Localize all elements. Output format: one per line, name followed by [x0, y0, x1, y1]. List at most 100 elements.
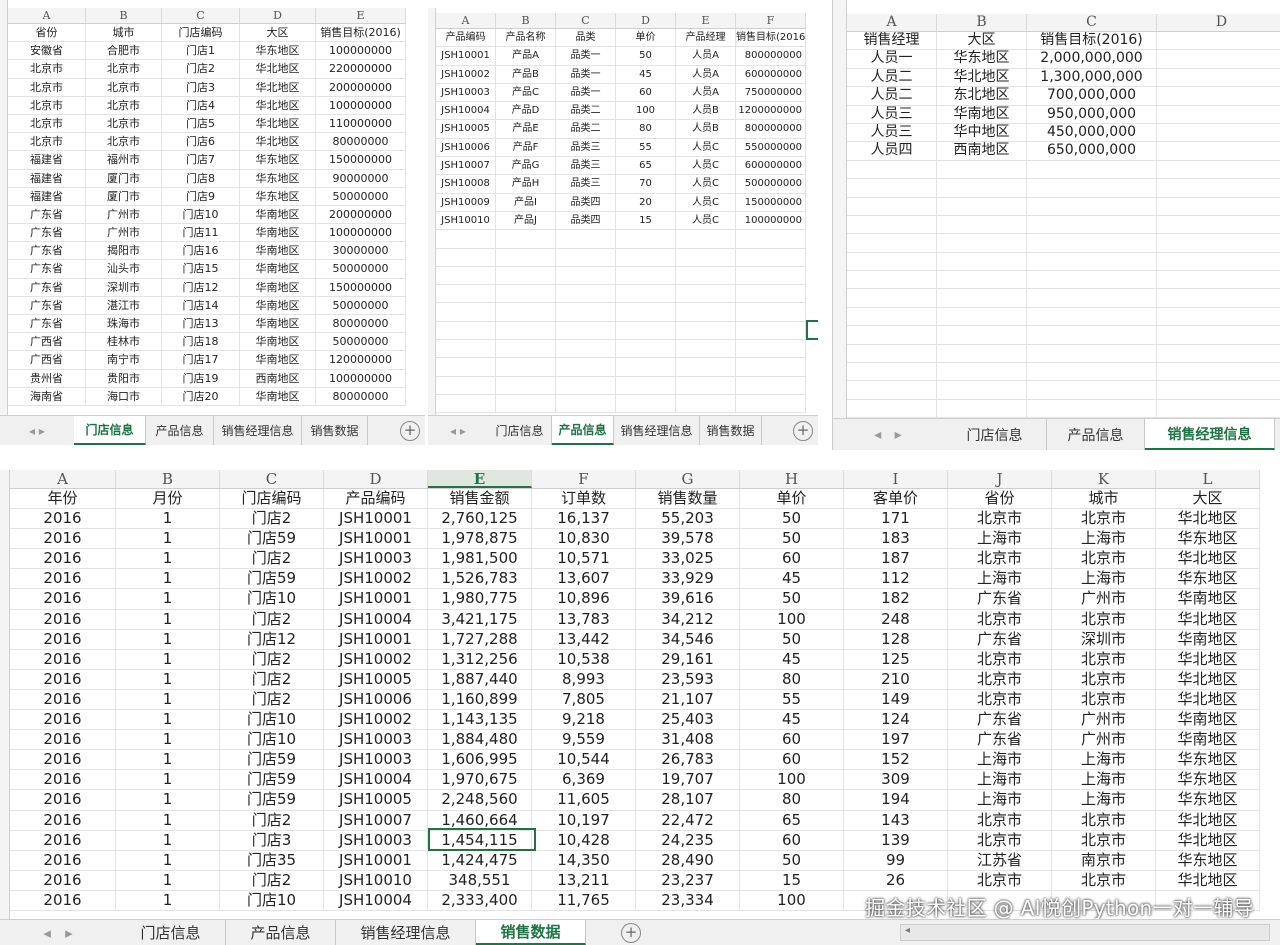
- table-cell[interactable]: 15: [740, 870, 844, 890]
- empty-cell[interactable]: [736, 321, 806, 340]
- table-cell[interactable]: 150000000: [316, 278, 406, 296]
- table-cell[interactable]: 50000000: [316, 187, 406, 205]
- table-cell[interactable]: 45: [616, 65, 676, 83]
- table-cell[interactable]: 广东省: [948, 629, 1052, 649]
- table-cell[interactable]: 华东地区: [1156, 569, 1260, 589]
- table-cell[interactable]: 14,350: [532, 850, 636, 870]
- empty-cell[interactable]: [556, 358, 616, 376]
- table-cell[interactable]: 100: [740, 890, 844, 910]
- empty-cell[interactable]: [847, 381, 937, 399]
- table-cell[interactable]: 10,571: [532, 549, 636, 569]
- empty-cell[interactable]: [676, 248, 736, 266]
- column-letter-B[interactable]: B: [86, 8, 162, 23]
- table-cell[interactable]: 1: [116, 669, 220, 689]
- table-cell[interactable]: 门店17: [162, 351, 240, 369]
- table-cell[interactable]: 福州市: [86, 151, 162, 169]
- empty-cell[interactable]: [676, 285, 736, 303]
- empty-cell[interactable]: [616, 266, 676, 285]
- column-letter-C[interactable]: C: [162, 8, 240, 23]
- column-letter-G[interactable]: G: [636, 470, 740, 488]
- column-letter-E[interactable]: E: [676, 13, 736, 28]
- table-cell[interactable]: 2016: [10, 669, 116, 689]
- empty-cell[interactable]: [1157, 271, 1280, 288]
- table-cell[interactable]: 门店59: [220, 569, 324, 589]
- table-cell[interactable]: 9,218: [532, 710, 636, 730]
- table-cell[interactable]: JSH10006: [324, 689, 428, 710]
- table-cell[interactable]: 门店10: [220, 890, 324, 910]
- table-cell[interactable]: 华北地区: [240, 114, 316, 133]
- triangle-right-icon[interactable]: ▸: [460, 424, 466, 438]
- table-cell[interactable]: 人员四: [847, 142, 937, 160]
- table-cell[interactable]: 华东地区: [240, 187, 316, 205]
- table-cell[interactable]: 1200000000: [736, 102, 806, 120]
- table-cell[interactable]: 上海市: [948, 790, 1052, 810]
- empty-cell[interactable]: [496, 303, 556, 321]
- tab-product-info[interactable]: 产品信息: [1047, 419, 1145, 450]
- table-cell[interactable]: 100000000: [316, 369, 406, 387]
- table-cell[interactable]: 北京市: [8, 133, 86, 151]
- empty-cell[interactable]: [496, 285, 556, 303]
- table-cell[interactable]: 珠海市: [86, 315, 162, 333]
- table-cell[interactable]: 北京市: [1052, 549, 1156, 569]
- table-cell[interactable]: 1: [116, 589, 220, 609]
- table-cell[interactable]: 门店2: [220, 870, 324, 890]
- tab-manager-info[interactable]: 销售经理信息: [214, 416, 302, 445]
- table-cell[interactable]: 197: [844, 730, 948, 750]
- table-cell[interactable]: 北京市: [948, 669, 1052, 689]
- table-cell[interactable]: JSH10001: [436, 47, 496, 65]
- table-cell[interactable]: 125: [844, 649, 948, 669]
- table-cell[interactable]: 华南地区: [240, 296, 316, 314]
- table-cell[interactable]: 45: [740, 710, 844, 730]
- tab-store-info[interactable]: 门店信息: [74, 416, 146, 445]
- table-cell[interactable]: 厦门市: [86, 169, 162, 187]
- table-cell[interactable]: 1: [116, 689, 220, 710]
- table-cell[interactable]: 30000000: [316, 242, 406, 260]
- table-cell[interactable]: 上海市: [948, 750, 1052, 770]
- table-cell[interactable]: 600000000: [736, 157, 806, 175]
- table-cell[interactable]: 1: [116, 830, 220, 850]
- table-cell[interactable]: 45: [740, 569, 844, 589]
- table-cell[interactable]: 海口市: [86, 387, 162, 405]
- triangle-left-icon[interactable]: ◂: [29, 424, 35, 438]
- table-cell[interactable]: 上海市: [1052, 569, 1156, 589]
- table-cell[interactable]: 门店59: [220, 790, 324, 810]
- table-cell[interactable]: 55: [740, 689, 844, 710]
- table-cell[interactable]: JSH10003: [324, 549, 428, 569]
- table-cell[interactable]: 门店11: [162, 224, 240, 242]
- table-cell[interactable]: 华南地区: [1156, 730, 1260, 750]
- empty-cell[interactable]: [937, 197, 1027, 215]
- table-cell[interactable]: 门店10: [220, 710, 324, 730]
- empty-cell[interactable]: [1027, 344, 1157, 363]
- tab-sales-data[interactable]: 销售数据: [302, 416, 368, 445]
- table-cell[interactable]: 750000000: [736, 83, 806, 102]
- table-cell[interactable]: 东北地区: [937, 87, 1027, 105]
- table-cell[interactable]: [1157, 69, 1280, 86]
- empty-cell[interactable]: [556, 248, 616, 266]
- table-cell[interactable]: 合肥市: [86, 42, 162, 60]
- table-cell[interactable]: 1,526,783: [428, 569, 532, 589]
- table-cell[interactable]: 福建省: [8, 187, 86, 205]
- table-cell[interactable]: 北京市: [948, 509, 1052, 529]
- table-cell[interactable]: 13,607: [532, 569, 636, 589]
- table-cell[interactable]: 9,559: [532, 730, 636, 750]
- table-cell[interactable]: 品类三: [556, 157, 616, 175]
- table-cell[interactable]: 50: [740, 529, 844, 549]
- table-cell[interactable]: 人员二: [847, 87, 937, 105]
- table-cell[interactable]: 北京市: [948, 689, 1052, 710]
- column-letter-B[interactable]: B: [116, 470, 220, 488]
- table-cell[interactable]: JSH10005: [324, 790, 428, 810]
- table-cell[interactable]: 2016: [10, 850, 116, 870]
- table-cell[interactable]: 广州市: [1052, 730, 1156, 750]
- column-letter-C[interactable]: C: [556, 13, 616, 28]
- empty-cell[interactable]: [1027, 197, 1157, 215]
- table-cell[interactable]: 华东地区: [1156, 750, 1260, 770]
- header-cell[interactable]: 客单价: [844, 489, 948, 509]
- table-cell[interactable]: 19,707: [636, 770, 740, 790]
- tab-product-info[interactable]: 产品信息: [552, 416, 614, 445]
- table-cell[interactable]: 26: [844, 870, 948, 890]
- empty-cell[interactable]: [847, 289, 937, 307]
- table-cell[interactable]: 品类三: [556, 138, 616, 157]
- table-cell[interactable]: 产品F: [496, 138, 556, 157]
- table-cell[interactable]: 人员A: [676, 47, 736, 65]
- column-letter-J[interactable]: J: [948, 470, 1052, 488]
